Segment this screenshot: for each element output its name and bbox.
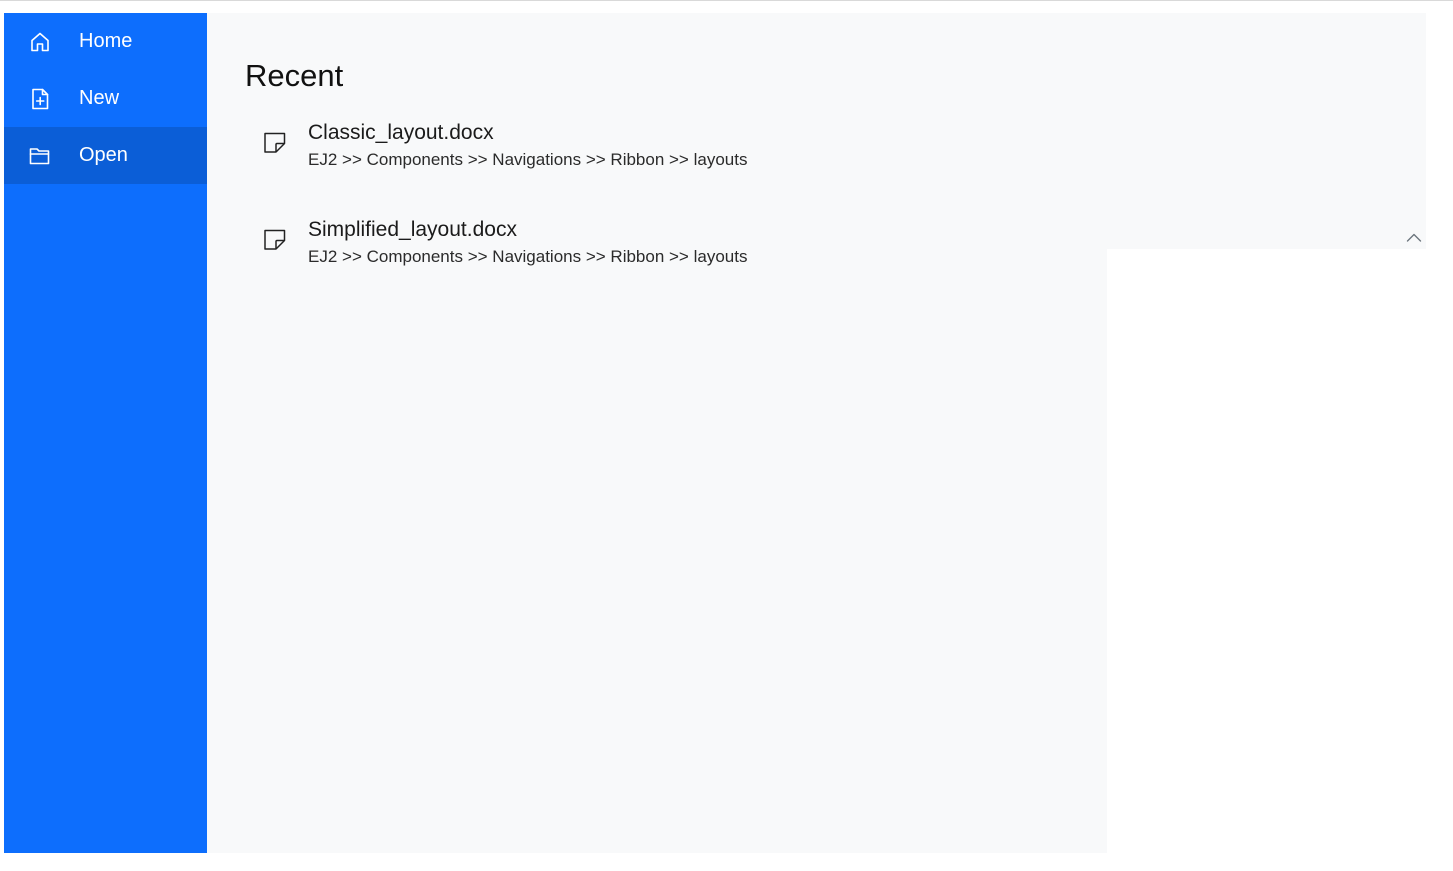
backstage-panel-extension	[1107, 13, 1426, 249]
menu-item-label: Open	[79, 144, 128, 166]
new-file-icon	[28, 87, 52, 111]
menu-item-home[interactable]: Home	[4, 13, 207, 70]
folder-open-icon	[28, 144, 52, 168]
collapse-ribbon-button[interactable]	[1403, 228, 1425, 248]
menu-item-label: Home	[79, 30, 133, 52]
document-icon	[262, 227, 288, 253]
recent-file-item[interactable]: Classic_layout.docx EJ2 >> Components >>…	[245, 119, 805, 187]
menu-item-open[interactable]: Open	[4, 127, 207, 184]
recent-file-item[interactable]: Simplified_layout.docx EJ2 >> Components…	[245, 216, 805, 284]
document-icon	[262, 130, 288, 156]
file-name: Simplified_layout.docx	[308, 218, 517, 241]
backstage-menu: Home New Open	[4, 13, 207, 853]
top-divider	[0, 0, 1453, 1]
menu-item-new[interactable]: New	[4, 70, 207, 127]
menu-item-label: New	[79, 87, 120, 109]
chevron-up-icon	[1403, 228, 1425, 248]
file-path: EJ2 >> Components >> Navigations >> Ribb…	[308, 150, 748, 169]
home-icon	[28, 30, 52, 54]
page-title: Recent	[245, 58, 344, 93]
file-name: Classic_layout.docx	[308, 121, 494, 144]
file-path: EJ2 >> Components >> Navigations >> Ribb…	[308, 247, 748, 266]
